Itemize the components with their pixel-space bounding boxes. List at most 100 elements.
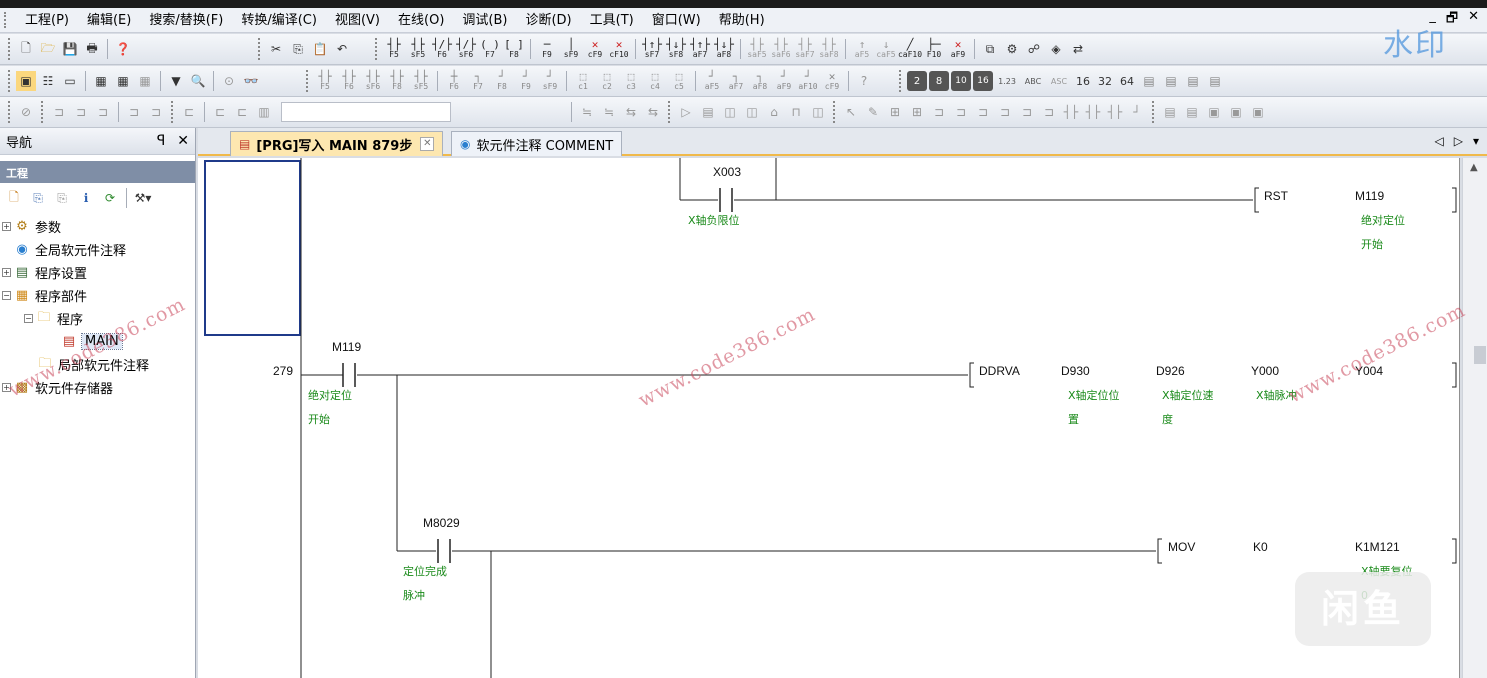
menu-tools[interactable]: 工具(T) (581, 8, 643, 33)
ladder-key-button[interactable]: ⬚ c2 (596, 70, 618, 92)
disabled-key-button[interactable]: ┤├ saF8 (818, 38, 840, 60)
format-real-button[interactable]: 1.23 (995, 71, 1019, 91)
compile-icon[interactable]: ⚙ (1002, 39, 1022, 59)
expand-icon[interactable]: + (2, 268, 11, 277)
tab-scroll-left-icon[interactable]: ◁ (1435, 134, 1444, 148)
ladder-key-button[interactable]: ┤├ F8 (386, 70, 408, 92)
rung3-contact-device[interactable]: M8029 (423, 516, 460, 530)
tree-item-program[interactable]: − 🗀 程序 (0, 307, 195, 330)
toolbar-grip[interactable] (8, 70, 11, 92)
disabled-key-button[interactable]: ┤├ saF5 (746, 38, 768, 60)
sfc-merge-icon[interactable]: ⊐ (146, 102, 166, 122)
ladder-key-button[interactable]: ┼ F6 (443, 70, 465, 92)
format-8-button[interactable]: 8 (929, 71, 949, 91)
new-data-icon[interactable]: 🗋 (3, 188, 25, 208)
menu-project[interactable]: 工程(P) (16, 8, 78, 33)
instruction-button[interactable]: [ ] F8 (503, 38, 525, 60)
ladder-key-button[interactable]: ┘ aF10 (797, 70, 819, 92)
cut-icon[interactable]: ✂ (266, 39, 286, 59)
format-2-button[interactable]: 2 (907, 71, 927, 91)
rung2-operand-1[interactable]: D930 (1061, 364, 1090, 378)
fbd-icon[interactable]: ◫ (808, 102, 828, 122)
device-comment-icon[interactable]: ▦ (91, 71, 111, 91)
toolbar-grip[interactable] (833, 101, 836, 123)
fbd-icon[interactable]: ◫ (742, 102, 762, 122)
disabled-key-button[interactable]: ↑ aF5 (851, 38, 873, 60)
toolbar-grip[interactable] (258, 38, 261, 60)
fb-icon[interactable]: ⊐ (995, 102, 1015, 122)
format-16bit-button[interactable]: 16 (1073, 71, 1093, 91)
ladder-key-button[interactable]: ┘ F8 (491, 70, 513, 92)
device-table-icon[interactable]: ▦ (113, 71, 133, 91)
st-icon[interactable]: ⊏ (179, 102, 199, 122)
coil-button[interactable]: ( ) F7 (479, 38, 501, 60)
vline-button[interactable]: │ sF9 (560, 38, 582, 60)
rung1-contact-device[interactable]: X003 (713, 165, 741, 179)
toolbar-grip[interactable] (375, 38, 378, 60)
fb-icon[interactable]: ⊐ (1039, 102, 1059, 122)
select-icon[interactable]: ↖ (841, 102, 861, 122)
help-icon[interactable]: ? (854, 71, 874, 91)
help-circle-icon[interactable]: ⊙ (219, 71, 239, 91)
pen-icon[interactable]: ✎ (863, 102, 883, 122)
format-64bit-button[interactable]: 64 (1117, 71, 1137, 91)
invert-button[interactable]: ╱ caF10 (898, 38, 922, 60)
ladder-key-button[interactable]: ┤├ F6 (338, 70, 360, 92)
fb-icon[interactable]: ┤├ (1083, 102, 1103, 122)
ladder-key-button[interactable]: ┘ F9 (515, 70, 537, 92)
sfc-jump-icon[interactable]: ⊐ (93, 102, 113, 122)
toolbar-grip[interactable] (668, 101, 671, 123)
new-file-icon[interactable]: 🗋 (16, 39, 36, 59)
fb-icon[interactable]: ⊐ (929, 102, 949, 122)
undo-icon[interactable]: ↶ (332, 39, 352, 59)
fb-icon[interactable]: ⊐ (973, 102, 993, 122)
window-icon[interactable]: ▭ (60, 71, 80, 91)
device-list-icon[interactable]: ☷ (38, 71, 58, 91)
falling-edge-button[interactable]: ┤↓├ sF8 (665, 38, 687, 60)
device-batch-icon[interactable]: ▦ (135, 71, 155, 91)
save-icon[interactable]: 💾 (60, 39, 80, 59)
delete-hline-button[interactable]: ✕ cF9 (584, 38, 606, 60)
compare-icon[interactable]: ▤ (1205, 71, 1225, 91)
format-abc-button[interactable]: ABC (1021, 71, 1045, 91)
table-icon[interactable]: ▤ (1160, 102, 1180, 122)
collapse-icon[interactable]: − (24, 314, 33, 323)
st-icon[interactable]: ⊏ (232, 102, 252, 122)
hline-button[interactable]: ─ F9 (536, 38, 558, 60)
table-icon[interactable]: ▤ (1182, 102, 1202, 122)
st-icon[interactable]: ▥ (254, 102, 274, 122)
menu-convert-compile[interactable]: 转换/编译(C) (232, 8, 326, 33)
delete-vline-button[interactable]: ✕ cF10 (608, 38, 630, 60)
pin-icon[interactable]: ꟼ (157, 133, 165, 149)
menu-view[interactable]: 视图(V) (326, 8, 389, 33)
rung1-instruction[interactable]: RST (1264, 189, 1289, 203)
restore-icon[interactable]: 🗗 (1446, 9, 1458, 31)
tree-item-local-comment[interactable]: 🗀 局部软元件注释 (0, 353, 195, 376)
rung3-operand-2[interactable]: K1M121 (1355, 540, 1400, 554)
ladder-key-button[interactable]: ┤├ F5 (314, 70, 336, 92)
fbd-icon[interactable]: ⊓ (786, 102, 806, 122)
format-32bit-button[interactable]: 32 (1095, 71, 1115, 91)
refresh-icon[interactable]: ⟳ (99, 188, 121, 208)
line-delete-button[interactable]: ✕ aF9 (947, 38, 969, 60)
ladder-key-button[interactable]: ⬚ c3 (620, 70, 642, 92)
scroll-thumb[interactable] (1474, 346, 1486, 364)
parallel-rising-edge-button[interactable]: ┤↑├ aF7 (689, 38, 711, 60)
disabled-key-button[interactable]: ┤├ saF7 (794, 38, 816, 60)
tree-item-global-comment[interactable]: ◉ 全局软元件注释 (0, 238, 195, 261)
menu-help[interactable]: 帮助(H) (710, 8, 774, 33)
vertical-scrollbar[interactable]: ▲ (1462, 158, 1487, 678)
table-icon[interactable]: ▣ (1248, 102, 1268, 122)
label-icon[interactable]: ⇆ (643, 102, 663, 122)
paste-data-icon[interactable]: ⎘ (51, 188, 73, 208)
fb-icon[interactable]: ┘ (1127, 102, 1147, 122)
rung2-instruction[interactable]: DDRVA (979, 364, 1020, 378)
ladder-key-button[interactable]: ┘ aF5 (701, 70, 723, 92)
fb-icon[interactable]: ⊞ (885, 102, 905, 122)
line-input-button[interactable]: ├─ F10 (923, 38, 945, 60)
sfc-step-icon[interactable]: ⊐ (49, 102, 69, 122)
label-icon[interactable]: ⇆ (621, 102, 641, 122)
menu-diagnostics[interactable]: 诊断(D) (516, 8, 580, 33)
read-icon[interactable]: ▤ (1183, 71, 1203, 91)
label-icon[interactable]: ≒ (577, 102, 597, 122)
